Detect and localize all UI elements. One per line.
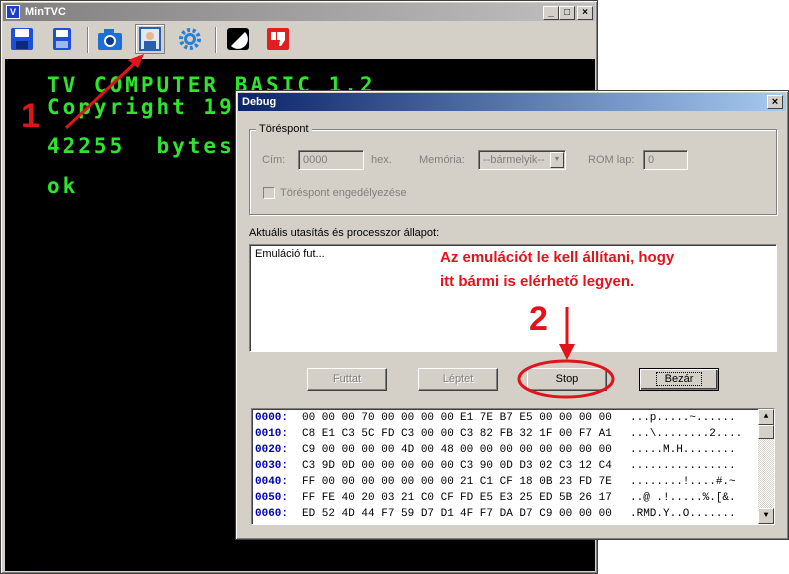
debug-icon: [139, 27, 161, 51]
debug-close-button[interactable]: ×: [767, 95, 783, 109]
step-button[interactable]: Léptet: [418, 368, 498, 391]
close-dialog-button[interactable]: Bezár: [639, 368, 719, 391]
scroll-down-icon[interactable]: ▼: [758, 508, 774, 524]
display-mode-button[interactable]: [223, 24, 253, 54]
camera-icon: [98, 29, 122, 50]
hex-ascii: ........!....#.~: [630, 476, 736, 488]
tvc-app-icon: V: [6, 5, 20, 19]
settings-button[interactable]: [175, 24, 205, 54]
display-mode-icon: [227, 28, 249, 50]
toolbar-separator: [87, 27, 89, 53]
disk-button[interactable]: [47, 24, 77, 54]
scroll-thumb[interactable]: [758, 425, 774, 439]
rom-page-label: ROM lap:: [588, 154, 635, 166]
memory-select[interactable]: --bármelyik-- ▼: [478, 150, 566, 170]
hex-label: hex.: [371, 154, 392, 166]
hex-address: 0020:: [255, 444, 289, 456]
hex-bytes-high: 21 C1 CF 18 0B 23 FD 7E: [460, 476, 612, 488]
scroll-up-icon[interactable]: ▲: [758, 409, 774, 425]
memory-hex-view[interactable]: 0000: 00 00 00 70 00 00 00 00 E1 7E B7 E5 …: [251, 408, 775, 525]
toolbar: [3, 21, 595, 59]
report-button[interactable]: [263, 24, 293, 54]
hex-scrollbar[interactable]: ▲ ▼: [758, 409, 774, 524]
state-label: Aktuális utasítás és processzor állapot:: [249, 227, 440, 239]
screenshot-button[interactable]: [95, 24, 125, 54]
disk-icon: [53, 28, 71, 50]
close-dialog-label: Bezár: [655, 372, 703, 386]
window-title: MinTVC: [25, 6, 66, 18]
state-text: Emuláció fut...: [255, 248, 325, 260]
hex-bytes-high: E1 7E B7 E5 00 00 00 00: [460, 412, 612, 424]
hex-bytes-high: 4F F7 DA D7 C9 00 00 00: [460, 508, 612, 520]
stop-button[interactable]: Stop: [527, 368, 607, 391]
main-titlebar[interactable]: V MinTVC _ □ ×: [3, 3, 595, 21]
hex-bytes-high: FD E5 E3 25 ED 5B 26 17: [460, 492, 612, 504]
hex-address: 0010:: [255, 428, 289, 440]
screen-line-2: Copyright 19: [47, 95, 235, 119]
run-button[interactable]: Futtat: [307, 368, 387, 391]
toolbar-separator: [215, 27, 217, 53]
breakpoint-enable-checkbox[interactable]: [263, 187, 275, 199]
gear-icon: [179, 28, 201, 50]
annotation-step-1: 1: [21, 97, 40, 135]
hex-bytes-low: ED 52 4D 44 F7 59 D7 D1: [302, 508, 454, 520]
thumbs-down-icon: [267, 28, 289, 50]
chevron-down-icon[interactable]: ▼: [550, 152, 564, 168]
hex-bytes-low: 00 00 00 70 00 00 00 00: [302, 412, 454, 424]
debug-title: Debug: [242, 96, 277, 108]
hex-ascii: ..@ .!.....%.[&.: [630, 492, 736, 504]
hex-bytes-high: C3 82 FB 32 1F 00 F7 A1: [460, 428, 612, 440]
debug-titlebar[interactable]: Debug ×: [238, 93, 786, 111]
hex-ascii: .....M.H........: [630, 444, 736, 456]
maximize-button[interactable]: □: [559, 6, 575, 20]
debug-dialog: Debug × Töréspont Cím: 0000 hex. Memória…: [235, 90, 789, 540]
close-button[interactable]: ×: [577, 6, 593, 20]
hex-ascii: .RMD.Y..O.......: [630, 508, 736, 520]
hex-address: 0030:: [255, 460, 289, 472]
hex-bytes-low: C3 9D 0D 00 00 00 00 00: [302, 460, 454, 472]
hex-bytes-high: 00 00 00 00 00 00 00 00: [460, 444, 612, 456]
save-icon: [11, 28, 33, 50]
hex-ascii: ................: [630, 460, 736, 472]
save-button[interactable]: [7, 24, 37, 54]
screen-line-4: ok: [47, 174, 79, 198]
hex-ascii: ...\........2....: [630, 428, 743, 440]
hex-address: 0050:: [255, 492, 289, 504]
annotation-step-2: 2: [529, 300, 548, 338]
hex-address: 0060:: [255, 508, 289, 520]
hex-address: 0000:: [255, 412, 289, 424]
debug-button[interactable]: [135, 24, 165, 54]
minimize-button[interactable]: _: [543, 6, 559, 20]
address-input[interactable]: 0000: [298, 150, 364, 170]
hex-bytes-low: C9 00 00 00 00 4D 00 48: [302, 444, 454, 456]
hex-ascii: ...p.....~......: [630, 412, 736, 424]
memory-label: Memória:: [419, 154, 465, 166]
hex-bytes-low: FF FE 40 20 03 21 C0 CF: [302, 492, 454, 504]
hex-bytes-low: C8 E1 C3 5C FD C3 00 00: [302, 428, 454, 440]
breakpoint-group: [249, 129, 777, 215]
hex-address: 0040:: [255, 476, 289, 488]
breakpoint-enable-label: Töréspont engedélyezése: [280, 187, 407, 199]
annotation-note-line-2: itt bármi is elérhető legyen.: [440, 273, 635, 290]
address-label: Cím:: [262, 154, 286, 166]
breakpoint-group-label: Töréspont: [256, 123, 312, 135]
hex-bytes-low: FF 00 00 00 00 00 00 00: [302, 476, 454, 488]
rom-page-input[interactable]: 0: [643, 150, 688, 170]
memory-select-value: --bármelyik--: [483, 154, 545, 166]
screen-line-3: 42255 bytes: [47, 134, 235, 158]
hex-bytes-high: C3 90 0D D3 02 C3 12 C4: [460, 460, 612, 472]
annotation-note-line-1: Az emulációt le kell állítani, hogy: [440, 249, 675, 266]
